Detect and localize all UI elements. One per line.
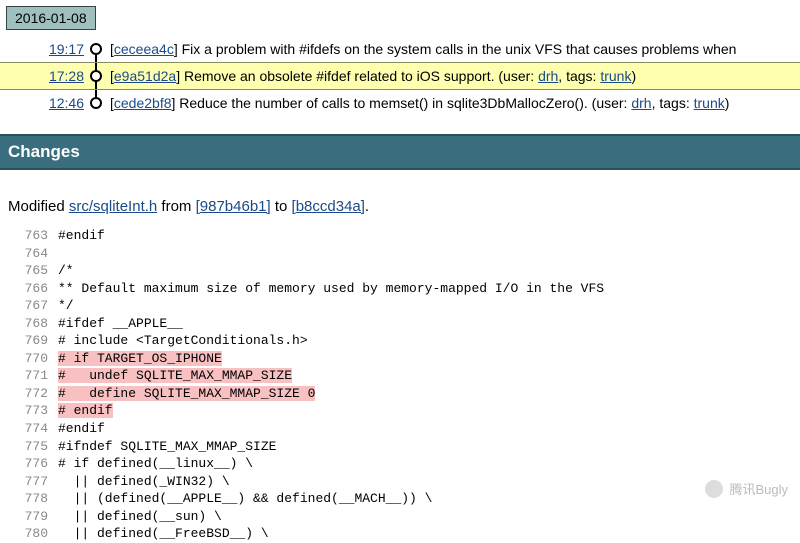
code-line: || defined(__sun) \ <box>58 509 222 524</box>
code-line: || defined(_WIN32) \ <box>58 474 230 489</box>
graph-node <box>86 63 106 90</box>
commit-hash-link[interactable]: e9a51d2a <box>114 68 176 84</box>
code-line: # if TARGET_OS_IPHONE <box>58 351 222 366</box>
line-number: 767 <box>8 297 48 315</box>
line-number: 773 <box>8 402 48 420</box>
line-number: 780 <box>8 525 48 543</box>
code-line: ** Default maximum size of memory used b… <box>58 281 604 296</box>
watermark-text: 腾讯Bugly <box>729 479 788 498</box>
line-number: 766 <box>8 280 48 298</box>
commit-tag-link[interactable]: trunk <box>600 68 631 84</box>
date-badge: 2016-01-08 <box>6 6 96 30</box>
commit-message: [ceceea4c] Fix a problem with #ifdefs on… <box>106 36 800 63</box>
modified-mid1: from <box>157 198 195 215</box>
modified-line: Modified src/sqliteInt.h from [987b46b1]… <box>8 198 792 215</box>
modified-tail: . <box>365 198 369 215</box>
modified-file-link[interactable]: src/sqliteInt.h <box>69 198 157 215</box>
commit-tag-link[interactable]: trunk <box>694 95 725 111</box>
code-line: # include <TargetConditionals.h> <box>58 333 308 348</box>
line-number: 769 <box>8 332 48 350</box>
timeline-row: 19:17 [ceceea4c] Fix a problem with #ifde… <box>0 36 800 63</box>
timeline-table: 19:17 [ceceea4c] Fix a problem with #ifde… <box>0 36 800 116</box>
line-number: 774 <box>8 420 48 438</box>
timeline-row: 12:46 [cede2bf8] Reduce the number of cal… <box>0 90 800 117</box>
code-block: 763 #endif 764 765 /* 766 ** Default maximu… <box>8 227 800 543</box>
commit-user-link[interactable]: drh <box>631 95 651 111</box>
code-line: # undef SQLITE_MAX_MMAP_SIZE <box>58 368 292 383</box>
commit-message: [e9a51d2a] Remove an obsolete #ifdef rel… <box>106 63 800 90</box>
commit-hash-link[interactable]: cede2bf8 <box>114 95 172 111</box>
line-number: 764 <box>8 245 48 263</box>
modified-mid2: to <box>271 198 292 215</box>
code-line: # define SQLITE_MAX_MMAP_SIZE 0 <box>58 386 315 401</box>
commit-hash-link[interactable]: ceceea4c <box>114 41 174 57</box>
modified-prefix: Modified <box>8 198 69 215</box>
watermark: 腾讯Bugly <box>705 479 788 498</box>
code-line: # endif <box>58 403 113 418</box>
line-number: 778 <box>8 490 48 508</box>
commit-user-link[interactable]: drh <box>538 68 558 84</box>
line-number: 776 <box>8 455 48 473</box>
code-line: || (defined(__APPLE__) && defined(__MACH… <box>58 491 432 506</box>
code-line: || defined(__FreeBSD__) \ <box>58 526 269 541</box>
line-number: 779 <box>8 508 48 526</box>
code-line: #ifdef __APPLE__ <box>58 316 183 331</box>
code-line: /* <box>58 263 74 278</box>
commit-time-link[interactable]: 12:46 <box>49 95 84 111</box>
code-line: #ifndef SQLITE_MAX_MMAP_SIZE <box>58 439 276 454</box>
commit-time-link[interactable]: 17:28 <box>49 68 84 84</box>
changes-heading: Changes <box>0 134 800 170</box>
modified-from-hash[interactable]: [987b46b1] <box>196 198 271 215</box>
line-number: 777 <box>8 473 48 491</box>
line-number: 765 <box>8 262 48 280</box>
code-line: #endif <box>58 228 105 243</box>
line-number: 775 <box>8 438 48 456</box>
watermark-icon <box>705 480 723 498</box>
timeline-row: 17:28 [e9a51d2a] Remove an obsolete #ifde… <box>0 63 800 90</box>
graph-node <box>86 36 106 63</box>
code-line: # if defined(__linux__) \ <box>58 456 253 471</box>
modified-to-hash[interactable]: [b8ccd34a] <box>292 198 365 215</box>
line-number: 770 <box>8 350 48 368</box>
graph-node <box>86 90 106 117</box>
commit-time-link[interactable]: 19:17 <box>49 41 84 57</box>
line-number: 768 <box>8 315 48 333</box>
line-number: 771 <box>8 367 48 385</box>
code-line: */ <box>58 298 74 313</box>
line-number: 772 <box>8 385 48 403</box>
commit-message: [cede2bf8] Reduce the number of calls to… <box>106 90 800 117</box>
line-number: 763 <box>8 227 48 245</box>
code-line: #endif <box>58 421 105 436</box>
